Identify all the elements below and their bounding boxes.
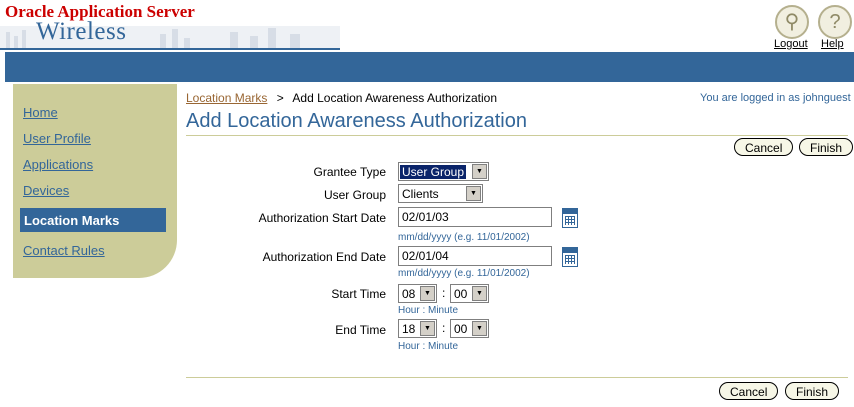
auth-start-date-input[interactable] [398,207,552,227]
breadcrumb: Location Marks > Add Location Awareness … [186,91,497,105]
breadcrumb-current: Add Location Awareness Authorization [292,91,497,105]
calendar-icon[interactable] [562,208,578,228]
title-divider [186,135,848,136]
cancel-button-bottom[interactable]: Cancel [719,382,779,400]
auth-end-date-label: Authorization End Date [262,250,386,264]
footer-divider [186,377,848,378]
start-hour-select[interactable]: 08 ▼ [398,284,437,303]
auth-end-date-hint: mm/dd/yyyy (e.g. 11/01/2002) [398,268,530,279]
calendar-icon[interactable] [562,247,578,267]
grantee-type-label: Grantee Type [313,165,387,179]
breadcrumb-location-marks-link[interactable]: Location Marks [186,91,267,105]
chevron-down-icon: ▼ [472,164,487,179]
chevron-down-icon: ▼ [466,186,481,201]
end-hour-select[interactable]: 18 ▼ [398,319,437,338]
start-hour-value: 08 [402,287,416,301]
end-minute-value: 00 [454,322,468,336]
cancel-button[interactable]: Cancel [734,138,794,156]
breadcrumb-separator: > [276,91,284,105]
brand-wireless-text: Wireless [36,18,127,45]
finish-button[interactable]: Finish [799,138,854,156]
finish-button-bottom[interactable]: Finish [785,382,840,400]
end-time-hint: Hour : Minute [398,341,459,352]
chevron-down-icon: ▼ [472,321,487,336]
auth-start-date-hint: mm/dd/yyyy (e.g. 11/01/2002) [398,232,530,243]
grantee-type-value: User Group [400,165,467,179]
chevron-down-icon: ▼ [420,321,435,336]
sidebar-item-user-profile[interactable]: User Profile [23,131,91,146]
start-minute-select[interactable]: 00 ▼ [450,284,489,303]
user-group-value: Clients [402,187,439,201]
logout-link[interactable]: Logout [774,38,808,50]
header-band [5,52,854,82]
end-time-label: End Time [335,323,386,337]
start-minute-value: 00 [454,287,468,301]
end-minute-select[interactable]: 00 ▼ [450,319,489,338]
grantee-type-select[interactable]: User Group ▼ [398,162,489,181]
page-title: Add Location Awareness Authorization [186,110,527,132]
auth-start-date-label: Authorization Start Date [258,211,386,225]
time-separator: : [442,286,446,300]
help-link[interactable]: Help [821,38,844,50]
user-group-select[interactable]: Clients ▼ [398,184,483,203]
login-status: You are logged in as johnguest [700,92,851,104]
chevron-down-icon: ▼ [472,286,487,301]
start-time-label: Start Time [331,287,386,301]
logout-icon[interactable]: ⚲ [775,5,809,39]
sidebar-item-home[interactable]: Home [23,105,58,120]
auth-end-date-input[interactable] [398,246,552,266]
user-group-label: User Group [323,188,386,202]
help-icon[interactable]: ? [818,5,852,39]
end-hour-value: 18 [402,322,416,336]
time-separator: : [442,321,446,335]
start-time-hint: Hour : Minute [398,305,459,316]
chevron-down-icon: ▼ [420,286,435,301]
